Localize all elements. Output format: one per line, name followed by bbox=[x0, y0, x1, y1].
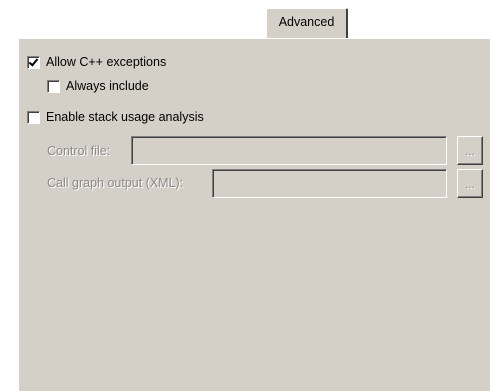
always-include-checkbox[interactable] bbox=[47, 79, 60, 93]
advanced-options-panel: Allow C++ exceptions Always include Enab… bbox=[18, 38, 490, 391]
control-file-browse-button[interactable]: ... bbox=[457, 136, 483, 165]
enable-stack-usage-checkbox[interactable] bbox=[27, 110, 40, 124]
enable-stack-usage-option[interactable]: Enable stack usage analysis bbox=[27, 108, 204, 126]
tab-advanced[interactable]: Advanced bbox=[266, 8, 348, 38]
control-file-input[interactable] bbox=[131, 136, 447, 165]
allow-cpp-exceptions-label: Allow C++ exceptions bbox=[46, 55, 167, 69]
control-file-label-row: Control file: bbox=[47, 142, 110, 160]
always-include-label: Always include bbox=[66, 79, 149, 93]
allow-cpp-exceptions-option[interactable]: Allow C++ exceptions bbox=[27, 53, 166, 71]
call-graph-output-browse-button[interactable]: ... bbox=[457, 169, 483, 198]
control-file-label: Control file: bbox=[47, 144, 111, 158]
call-graph-output-input[interactable] bbox=[212, 169, 447, 198]
call-graph-output-label: Call graph output (XML): bbox=[47, 176, 184, 190]
tab-advanced-label: Advanced bbox=[278, 15, 335, 29]
always-include-option[interactable]: Always include bbox=[47, 77, 149, 95]
allow-cpp-exceptions-checkbox[interactable] bbox=[27, 55, 40, 69]
enable-stack-usage-label: Enable stack usage analysis bbox=[46, 110, 204, 124]
call-graph-label-row: Call graph output (XML): bbox=[47, 174, 183, 192]
